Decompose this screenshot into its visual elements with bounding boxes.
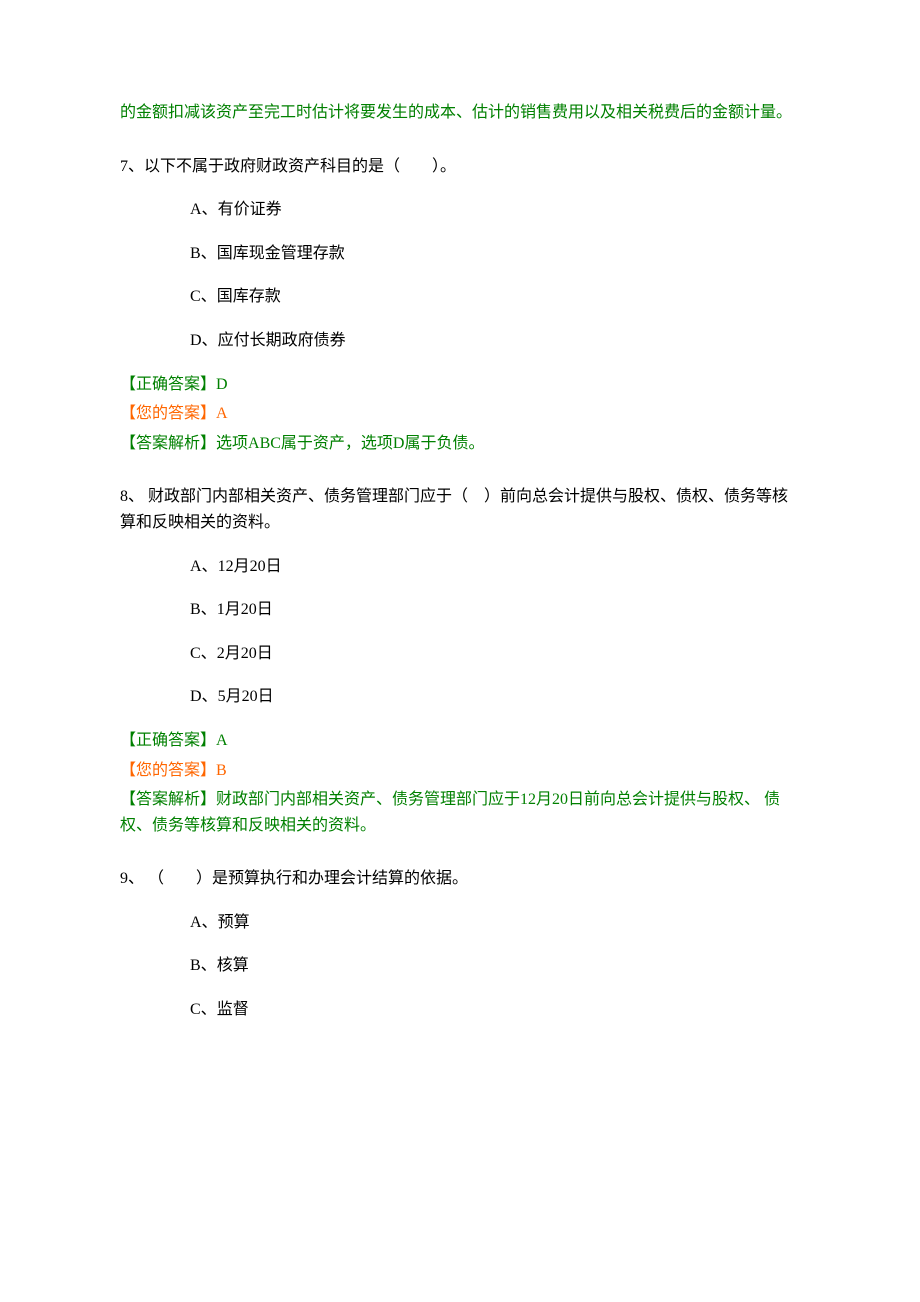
option-d: D、应付长期政府债券 [190,328,800,354]
option-a: A、12月20日 [190,554,800,580]
question-7: 7、以下不属于政府财政资产科目的是（ ）。 [120,154,800,180]
explanation-label: 【答案解析】 [120,791,216,808]
question-stem: 以下不属于政府财政资产科目的是（ ）。 [144,158,456,175]
option-text: 监督 [217,1001,249,1018]
option-text: 预算 [218,914,250,931]
explanation-text: 选项ABC属于资产，选项D属于负债。 [216,435,484,452]
option-text: 国库存款 [217,288,281,305]
option-label: D、 [190,332,218,349]
option-label: C、 [190,645,217,662]
option-label: C、 [190,1001,217,1018]
correct-answer-value: D [216,376,228,393]
question-9: 9、 （ ）是预算执行和办理会计结算的依据。 [120,866,800,892]
option-text: 12月20日 [218,558,282,575]
question-7-answers: 【正确答案】D 【您的答案】A 【答案解析】选项ABC属于资产，选项D属于负债。 [120,372,800,457]
correct-answer-label: 【正确答案】 [120,376,216,393]
option-label: A、 [190,201,218,218]
option-text: 2月20日 [217,645,273,662]
question-9-options: A、预算 B、核算 C、监督 [120,910,800,1023]
option-text: 5月20日 [218,688,274,705]
correct-answer-value: A [216,732,228,749]
question-8-options: A、12月20日 B、1月20日 C、2月20日 D、5月20日 [120,554,800,710]
option-label: B、 [190,957,217,974]
option-text: 核算 [217,957,249,974]
answer-explanation: 【答案解析】财政部门内部相关资产、债务管理部门应于12月20日前向总会计提供与股… [120,787,800,838]
question-8-answers: 【正确答案】A 【您的答案】B 【答案解析】财政部门内部相关资产、债务管理部门应… [120,728,800,838]
your-answer-value: A [216,405,228,422]
correct-answer-label: 【正确答案】 [120,732,216,749]
question-8: 8、 财政部门内部相关资产、债务管理部门应于（ ）前向总会计提供与股权、债权、债… [120,484,800,535]
option-b: B、核算 [190,953,800,979]
question-number: 9、 [120,870,144,887]
question-stem: （ ）是预算执行和办理会计结算的依据。 [144,870,468,887]
option-b: B、国库现金管理存款 [190,241,800,267]
explanation-label: 【答案解析】 [120,435,216,452]
your-answer: 【您的答案】B [120,758,800,784]
option-c: C、国库存款 [190,284,800,310]
option-a: A、预算 [190,910,800,936]
question-stem: 财政部门内部相关资产、债务管理部门应于（ ）前向总会计提供与股权、债权、债务等核… [120,488,788,531]
option-text: 应付长期政府债券 [218,332,346,349]
option-label: D、 [190,688,218,705]
option-text: 有价证券 [218,201,282,218]
answer-explanation: 【答案解析】选项ABC属于资产，选项D属于负债。 [120,431,800,457]
correct-answer: 【正确答案】A [120,728,800,754]
your-answer-label: 【您的答案】 [120,762,216,779]
question-number: 7、 [120,158,144,175]
option-b: B、1月20日 [190,597,800,623]
option-label: B、 [190,601,217,618]
option-label: C、 [190,288,217,305]
option-text: 国库现金管理存款 [217,245,345,262]
question-number: 8、 [120,488,144,505]
option-label: A、 [190,558,218,575]
option-c: C、监督 [190,997,800,1023]
your-answer: 【您的答案】A [120,401,800,427]
option-a: A、有价证券 [190,197,800,223]
option-label: B、 [190,245,217,262]
option-label: A、 [190,914,218,931]
question-7-options: A、有价证券 B、国库现金管理存款 C、国库存款 D、应付长期政府债券 [120,197,800,353]
your-answer-label: 【您的答案】 [120,405,216,422]
explanation-text: 财政部门内部相关资产、债务管理部门应于12月20日前向总会计提供与股权、 债权、… [120,791,780,834]
option-c: C、2月20日 [190,641,800,667]
previous-explanation-fragment: 的金额扣减该资产至完工时估计将要发生的成本、估计的销售费用以及相关税费后的金额计… [120,100,800,126]
correct-answer: 【正确答案】D [120,372,800,398]
your-answer-value: B [216,762,227,779]
option-text: 1月20日 [217,601,273,618]
option-d: D、5月20日 [190,684,800,710]
